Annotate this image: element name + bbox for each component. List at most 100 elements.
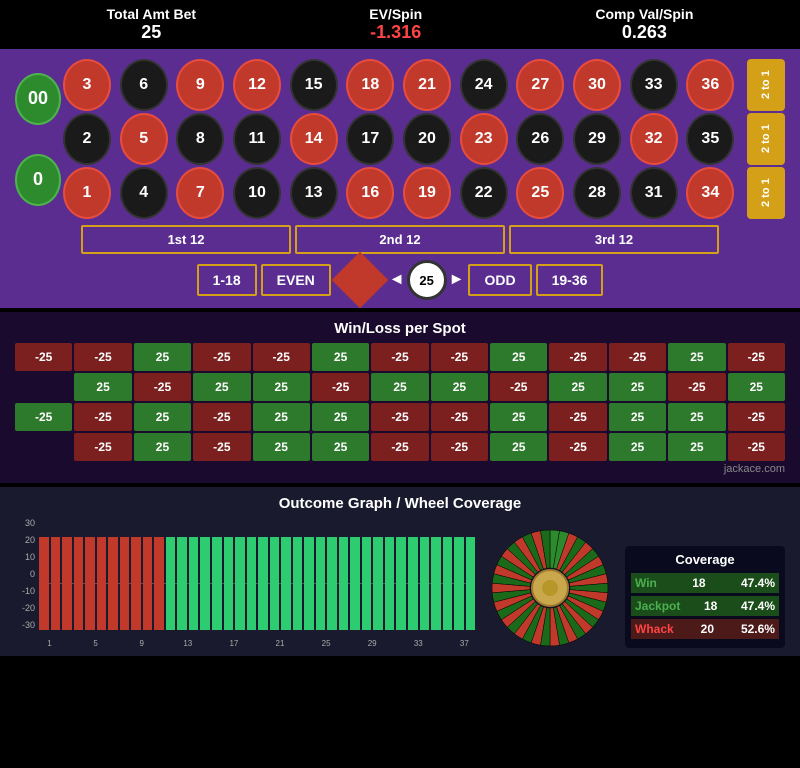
- bar-19: [258, 518, 268, 630]
- number-26[interactable]: 26: [516, 113, 564, 165]
- number-16[interactable]: 16: [346, 167, 394, 219]
- number-2[interactable]: 2: [63, 113, 111, 165]
- number-33[interactable]: 33: [630, 59, 678, 111]
- wl-cell-3-1: -25: [74, 433, 131, 461]
- y-label--10: -10: [22, 586, 37, 596]
- bar-11: [166, 518, 176, 630]
- number-29[interactable]: 29: [573, 113, 621, 165]
- number-35[interactable]: 35: [686, 113, 734, 165]
- coverage-whack-row: Whack 20 52.6%: [631, 619, 779, 639]
- number-22[interactable]: 22: [460, 167, 508, 219]
- number-9[interactable]: 9: [176, 59, 224, 111]
- number-4[interactable]: 4: [120, 167, 168, 219]
- wl-cell-1-6: 25: [371, 373, 428, 401]
- bar-30: [385, 518, 395, 630]
- bar-8: [131, 518, 141, 630]
- number-1[interactable]: 1: [63, 167, 111, 219]
- dozen-3rd[interactable]: 3rd 12: [509, 225, 719, 254]
- y-label-30: 30: [25, 518, 37, 528]
- wl-cell-0-11: 25: [668, 343, 725, 371]
- side-bet-mid[interactable]: 2 to 1: [747, 113, 785, 165]
- arrow-right-icon[interactable]: ►: [449, 271, 465, 289]
- dozen-1st[interactable]: 1st 12: [81, 225, 291, 254]
- outcome-content: 3020100-10-20-30 15913172125293337 Cover…: [15, 518, 785, 648]
- number-27[interactable]: 27: [516, 59, 564, 111]
- number-8[interactable]: 8: [176, 113, 224, 165]
- x-label-3: [62, 639, 83, 648]
- number-12[interactable]: 12: [233, 59, 281, 111]
- number-3[interactable]: 3: [63, 59, 111, 111]
- wl-cell-3-0: [15, 433, 72, 461]
- number-14[interactable]: 14: [290, 113, 338, 165]
- bar-18: [247, 518, 257, 630]
- diamond[interactable]: [331, 252, 388, 309]
- number-15[interactable]: 15: [290, 59, 338, 111]
- wl-cell-1-2: -25: [134, 373, 191, 401]
- wl-cell-3-8: 25: [490, 433, 547, 461]
- bar-21: [281, 518, 291, 630]
- wl-cell-1-10: 25: [609, 373, 666, 401]
- side-bet-bot[interactable]: 2 to 1: [747, 167, 785, 219]
- bet-low[interactable]: 1-18: [197, 264, 257, 296]
- x-label-33: 33: [408, 639, 429, 648]
- number-19[interactable]: 19: [403, 167, 451, 219]
- number-0[interactable]: 0: [15, 154, 61, 206]
- number-32[interactable]: 32: [630, 113, 678, 165]
- x-label-9: 9: [131, 639, 152, 648]
- bar-37: [466, 518, 476, 630]
- number-13[interactable]: 13: [290, 167, 338, 219]
- bar-34: [431, 518, 441, 630]
- number-6[interactable]: 6: [120, 59, 168, 111]
- x-label-31: [385, 639, 406, 648]
- wl-cell-3-5: 25: [312, 433, 369, 461]
- wl-cell-1-1: 25: [74, 373, 131, 401]
- wl-cell-1-8: -25: [490, 373, 547, 401]
- number-7[interactable]: 7: [176, 167, 224, 219]
- number-5[interactable]: 5: [120, 113, 168, 165]
- bar-16: [224, 518, 234, 630]
- coverage-win-count: 18: [692, 576, 705, 590]
- number-23[interactable]: 23: [460, 113, 508, 165]
- x-label-21: 21: [269, 639, 290, 648]
- bet-odd[interactable]: ODD: [468, 264, 531, 296]
- ev-spin-label: EV/Spin: [369, 6, 422, 22]
- number-18[interactable]: 18: [346, 59, 394, 111]
- wl-cell-2-3: -25: [193, 403, 250, 431]
- number-34[interactable]: 34: [686, 167, 734, 219]
- wl-cell-0-2: 25: [134, 343, 191, 371]
- number-24[interactable]: 24: [460, 59, 508, 111]
- number-21[interactable]: 21: [403, 59, 451, 111]
- bet-high[interactable]: 19-36: [536, 264, 604, 296]
- number-36[interactable]: 36: [686, 59, 734, 111]
- wl-cell-1-9: 25: [549, 373, 606, 401]
- coverage-whack-count: 20: [701, 622, 714, 636]
- number-30[interactable]: 30: [573, 59, 621, 111]
- chip-25[interactable]: 25: [407, 260, 447, 300]
- wheel-area: [485, 528, 615, 648]
- number-20[interactable]: 20: [403, 113, 451, 165]
- bottom-bets: 1-18 EVEN ◄ 25 ► ODD 19-36: [15, 260, 785, 300]
- header: Total Amt Bet 25 EV/Spin -1.316 Comp Val…: [0, 0, 800, 49]
- zero-column: 00 0: [15, 59, 61, 219]
- wl-cell-2-2: 25: [134, 403, 191, 431]
- number-25[interactable]: 25: [516, 167, 564, 219]
- bar-33: [420, 518, 430, 630]
- arrow-left-icon[interactable]: ◄: [389, 271, 405, 289]
- bar-5: [97, 518, 107, 630]
- x-label-5: 5: [85, 639, 106, 648]
- bet-even[interactable]: EVEN: [261, 264, 331, 296]
- bar-27: [350, 518, 360, 630]
- number-00[interactable]: 00: [15, 73, 61, 125]
- dozen-2nd[interactable]: 2nd 12: [295, 225, 505, 254]
- number-31[interactable]: 31: [630, 167, 678, 219]
- wl-cell-0-10: -25: [609, 343, 666, 371]
- number-10[interactable]: 10: [233, 167, 281, 219]
- number-28[interactable]: 28: [573, 167, 621, 219]
- winloss-title: Win/Loss per Spot: [15, 320, 785, 337]
- number-17[interactable]: 17: [346, 113, 394, 165]
- winloss-grid: -25-2525-25-2525-25-2525-25-2525-2525-25…: [15, 343, 785, 461]
- side-bet-top[interactable]: 2 to 1: [747, 59, 785, 111]
- number-11[interactable]: 11: [233, 113, 281, 165]
- bars-container: [39, 518, 475, 630]
- wheel-svg: [490, 528, 610, 648]
